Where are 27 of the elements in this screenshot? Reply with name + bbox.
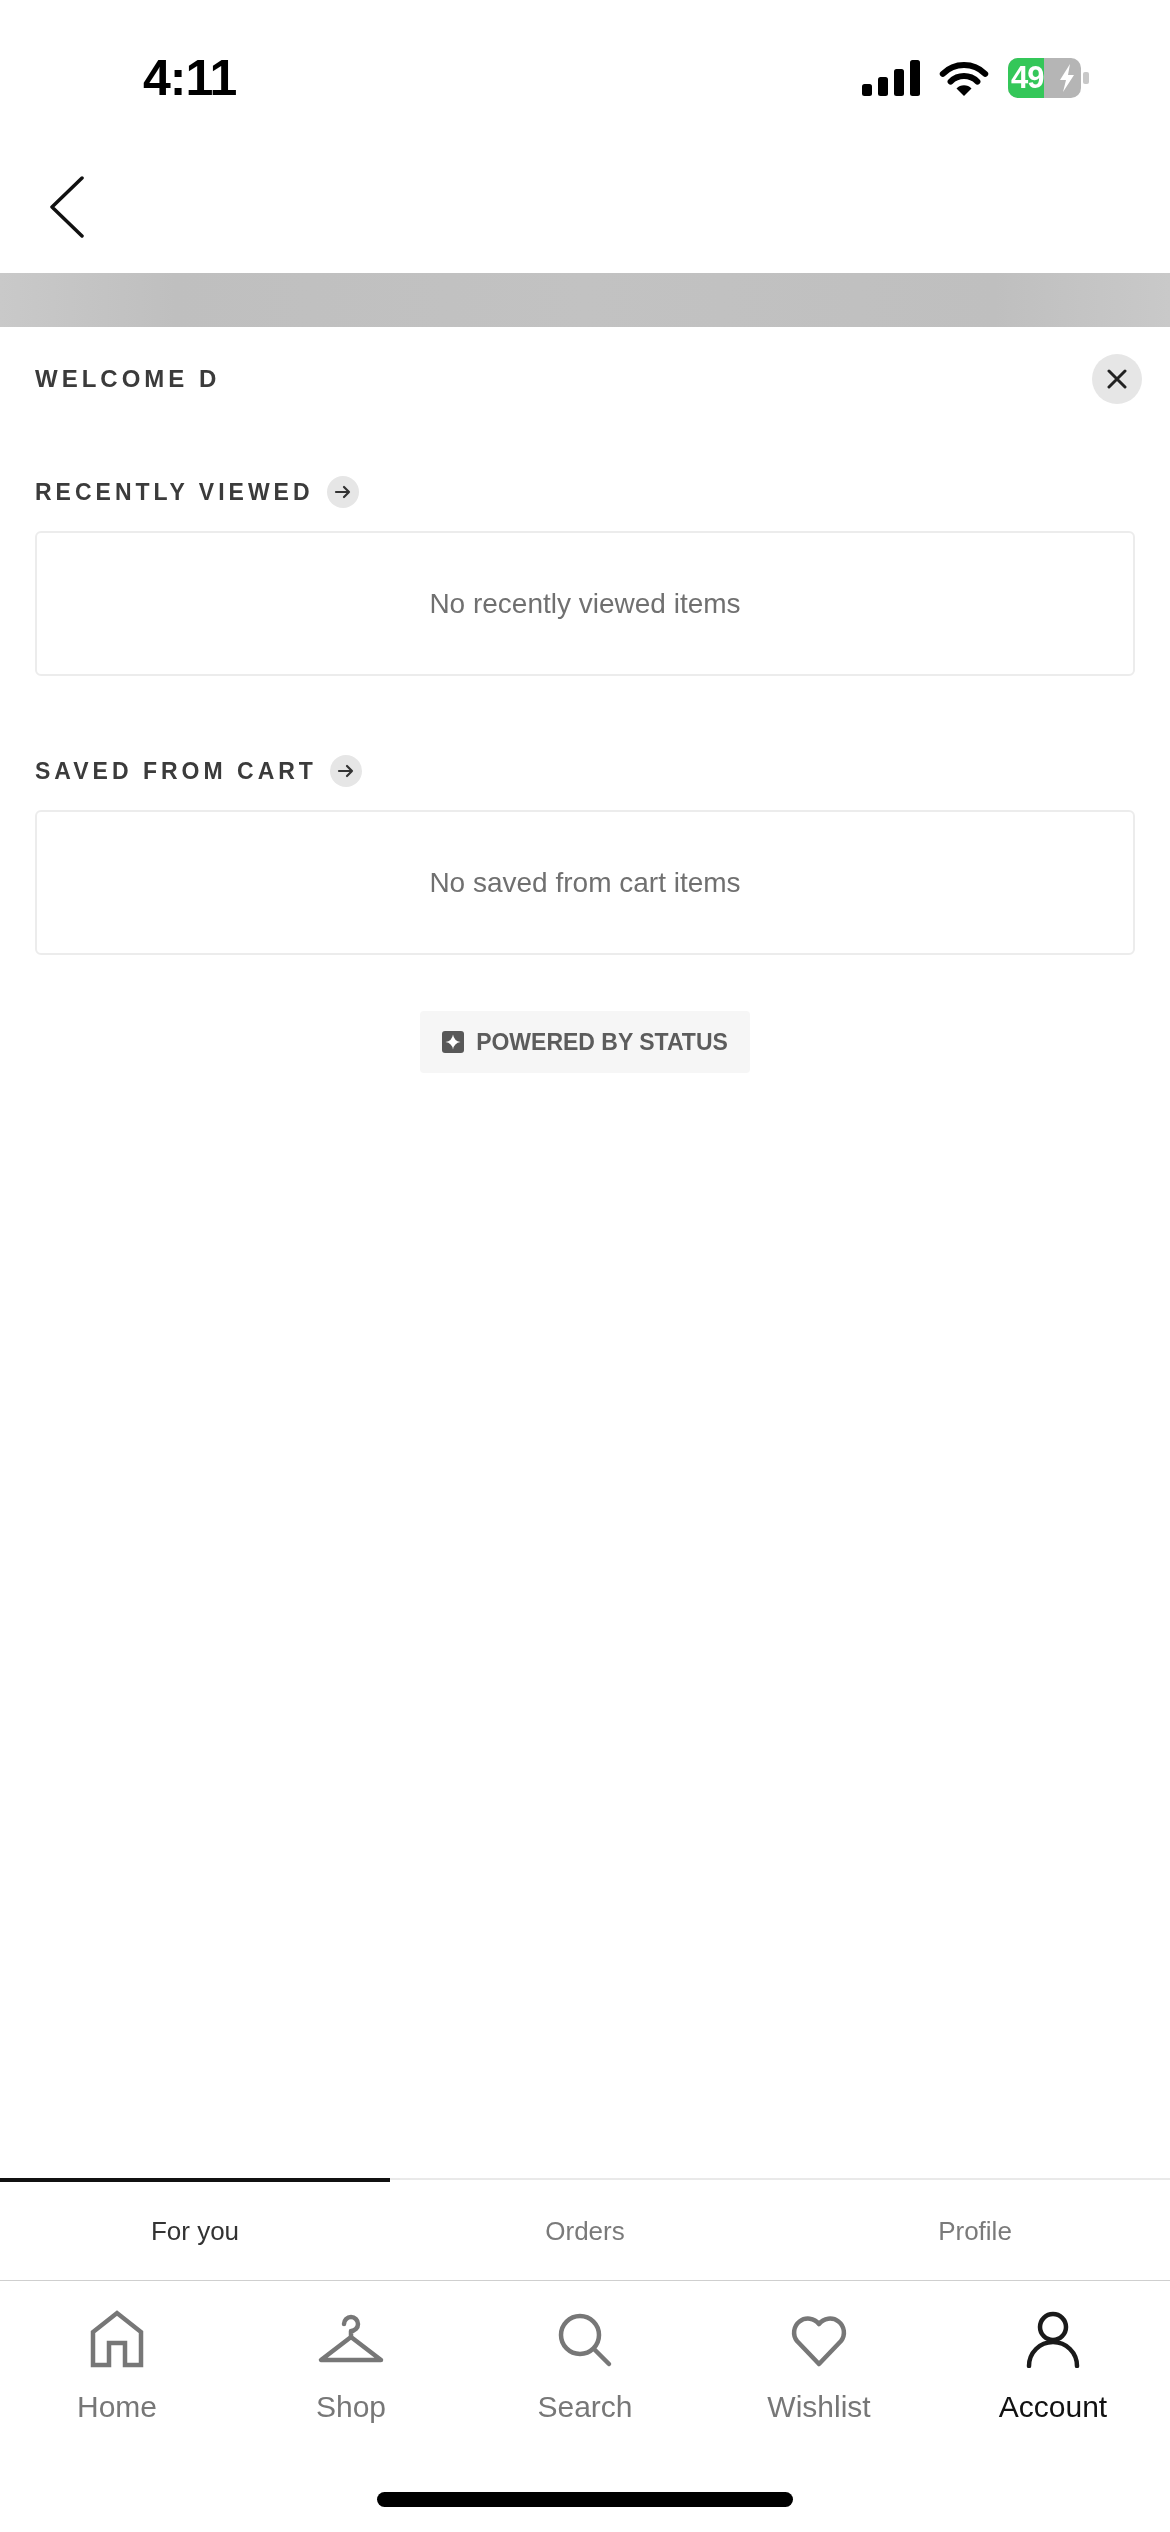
powered-by-link[interactable]: POWERED BY STATUS	[420, 1011, 750, 1073]
section-title: SAVED FROM CART	[35, 759, 317, 783]
tab[interactable]: Profile	[780, 2178, 1170, 2280]
arrow-right-icon[interactable]	[329, 755, 362, 787]
arrow-right-icon[interactable]	[326, 476, 359, 508]
tab[interactable]: For you	[0, 2178, 390, 2280]
nav-item[interactable]: Search	[468, 2281, 702, 2492]
section-title: RECENTLY VIEWED	[35, 480, 314, 504]
nav-item[interactable]: Home	[0, 2281, 234, 2492]
status-time: 4:11	[143, 50, 237, 106]
nav-item[interactable]: Account	[936, 2281, 1170, 2492]
empty-state-text: No saved from cart items	[429, 865, 741, 900]
wifi-icon	[938, 59, 990, 97]
home-icon	[90, 2310, 144, 2368]
battery-percentage: 49	[1011, 59, 1044, 97]
close-button[interactable]	[1092, 354, 1142, 404]
person-icon	[1025, 2310, 1081, 2368]
nav-item[interactable]: Wishlist	[702, 2281, 936, 2492]
sparkle-icon	[442, 1031, 465, 1053]
signal-icon	[862, 60, 920, 96]
search-icon	[557, 2312, 613, 2368]
tab[interactable]: Orders	[390, 2178, 780, 2280]
empty-state-text: No recently viewed items	[429, 586, 741, 621]
nav-item[interactable]: Shop	[234, 2281, 468, 2492]
heart-icon	[790, 2314, 848, 2368]
close-icon	[1107, 369, 1127, 389]
sheet-title: WELCOME D	[35, 367, 221, 391]
